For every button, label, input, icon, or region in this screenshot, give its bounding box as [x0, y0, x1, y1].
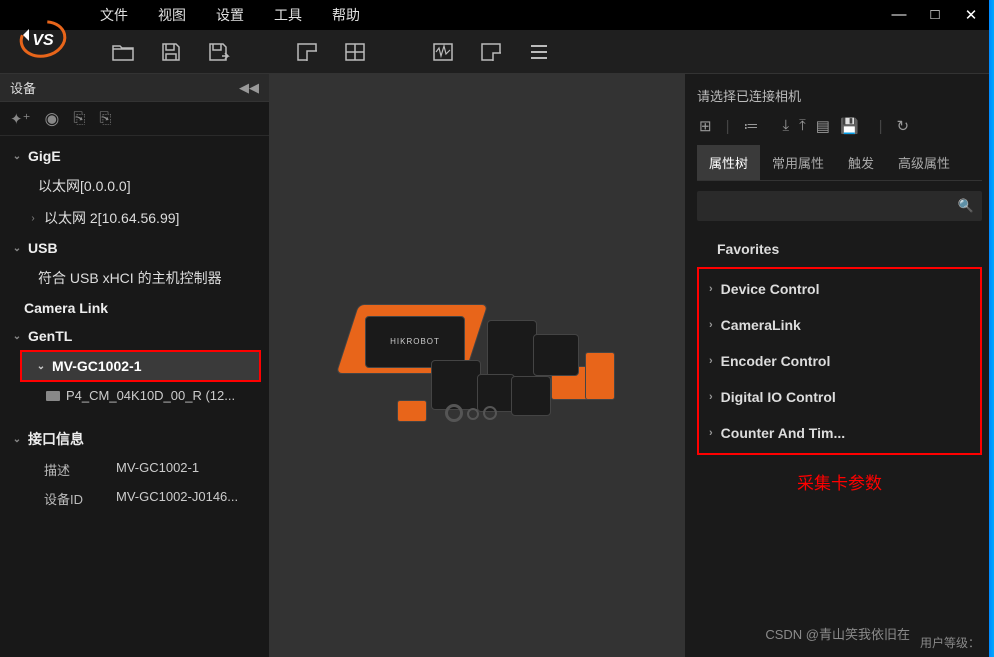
tab-trigger[interactable]: 触发	[836, 145, 886, 180]
prop-digital-io[interactable]: ›Digital IO Control	[703, 379, 976, 415]
highlight-capture-params: ›Device Control ›CameraLink ›Encoder Con…	[697, 267, 982, 455]
prop-save1-icon[interactable]: ▤	[816, 117, 830, 135]
properties-prompt: 请选择已连接相机	[697, 82, 982, 113]
property-tabs: 属性树 常用属性 触发 高级属性	[697, 145, 982, 181]
menu-tools[interactable]: 工具	[274, 5, 302, 25]
collapse-sidebar-icon[interactable]: ◀◀	[239, 80, 259, 96]
user-level-label: 用户等级：	[920, 634, 980, 651]
sidebar-title: 设备	[10, 78, 36, 97]
property-tree: Favorites ›Device Control ›CameraLink ›E…	[697, 231, 982, 657]
tab-property-tree[interactable]: 属性树	[697, 145, 760, 180]
prop-add-icon[interactable]: ⊞	[699, 117, 712, 135]
annotation-label: 采集卡参数	[697, 455, 982, 508]
product-hero-image: HIKROBOT	[337, 296, 617, 436]
viewport: HIKROBOT	[270, 74, 684, 657]
prop-list-icon[interactable]: ≔	[743, 117, 758, 135]
properties-panel: 请选择已连接相机 ⊞ | ≔ ⤓ ⤒ ▤ 💾 | ↻ 属性树 常用属性 触发 高…	[684, 74, 994, 657]
window-controls: — □ ✕	[890, 6, 994, 24]
info-desc: 描述MV-GC1002-1	[0, 455, 269, 484]
watermark: CSDN @青山笑我依旧在	[765, 624, 910, 643]
app-logo: VS	[14, 16, 72, 62]
info-id: 设备IDMV-GC1002-J0146...	[0, 484, 269, 513]
tree-gentl[interactable]: ⌄GenTL	[0, 322, 269, 350]
properties-toolbar: ⊞ | ≔ ⤓ ⤒ ▤ 💾 | ↻	[697, 113, 982, 145]
minimize-button[interactable]: —	[890, 6, 908, 24]
menu-file[interactable]: 文件	[100, 5, 128, 25]
tree-gige[interactable]: ⌄GigE	[0, 142, 269, 170]
tree-camlink[interactable]: Camera Link	[0, 294, 269, 322]
device-sidebar: 设备 ◀◀ ✦⁺ ◉ ⎘ ⎘ ⌄GigE 以太网[0.0.0.0] ›以太网 2…	[0, 74, 270, 657]
main-area: 设备 ◀◀ ✦⁺ ◉ ⎘ ⎘ ⌄GigE 以太网[0.0.0.0] ›以太网 2…	[0, 74, 994, 657]
save-as-icon[interactable]	[206, 39, 232, 65]
footer: 用户等级：	[920, 634, 980, 651]
tab-common-props[interactable]: 常用属性	[760, 145, 836, 180]
dev-action1-icon[interactable]: ⎘	[73, 110, 85, 127]
device-toolbar: ✦⁺ ◉ ⎘ ⎘	[0, 102, 269, 136]
tree-usb[interactable]: ⌄USB	[0, 234, 269, 262]
maximize-button[interactable]: □	[926, 6, 944, 24]
grid-icon[interactable]	[478, 39, 504, 65]
highlight-selected-device: ⌄MV-GC1002-1	[20, 350, 261, 382]
device-tree: ⌄GigE 以太网[0.0.0.0] ›以太网 2[10.64.56.99] ⌄…	[0, 136, 269, 657]
main-menu: 文件 视图 设置 工具 帮助	[100, 5, 360, 25]
dev-action2-icon[interactable]: ⎘	[99, 110, 111, 127]
prop-export-icon[interactable]: ⤒	[799, 117, 806, 135]
tree-eth0[interactable]: 以太网[0.0.0.0]	[0, 170, 269, 202]
tree-interface-info[interactable]: ⌄接口信息	[0, 423, 269, 455]
menu-settings[interactable]: 设置	[216, 5, 244, 25]
play-icon[interactable]: ◉	[45, 109, 60, 129]
waveform-icon[interactable]	[430, 39, 456, 65]
refresh-connect-icon[interactable]: ✦⁺	[10, 110, 31, 128]
tab-advanced[interactable]: 高级属性	[886, 145, 962, 180]
camera-icon	[46, 391, 60, 401]
main-toolbar	[0, 30, 994, 74]
save-icon[interactable]	[158, 39, 184, 65]
layout1-icon[interactable]	[294, 39, 320, 65]
prop-refresh-icon[interactable]: ↻	[897, 117, 910, 135]
tree-gentl-device[interactable]: ⌄MV-GC1002-1	[22, 352, 259, 380]
list-icon[interactable]	[526, 39, 552, 65]
menu-view[interactable]: 视图	[158, 5, 186, 25]
window-edge	[989, 0, 994, 657]
sidebar-header: 设备 ◀◀	[0, 74, 269, 102]
prop-cameralink[interactable]: ›CameraLink	[703, 307, 976, 343]
prop-favorites[interactable]: Favorites	[697, 231, 982, 267]
menu-help[interactable]: 帮助	[332, 5, 360, 25]
search-icon: 🔍	[958, 198, 974, 214]
tree-eth1[interactable]: ›以太网 2[10.64.56.99]	[0, 202, 269, 234]
layout2-icon[interactable]	[342, 39, 368, 65]
svg-text:VS: VS	[32, 32, 54, 49]
close-button[interactable]: ✕	[962, 6, 980, 24]
prop-device-control[interactable]: ›Device Control	[703, 271, 976, 307]
open-icon[interactable]	[110, 39, 136, 65]
prop-save2-icon[interactable]: 💾	[840, 117, 859, 135]
tree-usb-host[interactable]: 符合 USB xHCI 的主机控制器	[0, 262, 269, 294]
prop-encoder-control[interactable]: ›Encoder Control	[703, 343, 976, 379]
title-bar: 文件 视图 设置 工具 帮助 — □ ✕	[0, 0, 994, 30]
property-search[interactable]: 🔍	[697, 191, 982, 221]
prop-import-icon[interactable]: ⤓	[782, 117, 789, 135]
prop-counter-timer[interactable]: ›Counter And Tim...	[703, 415, 976, 451]
tree-gentl-camera[interactable]: P4_CM_04K10D_00_R (12...	[0, 382, 269, 409]
